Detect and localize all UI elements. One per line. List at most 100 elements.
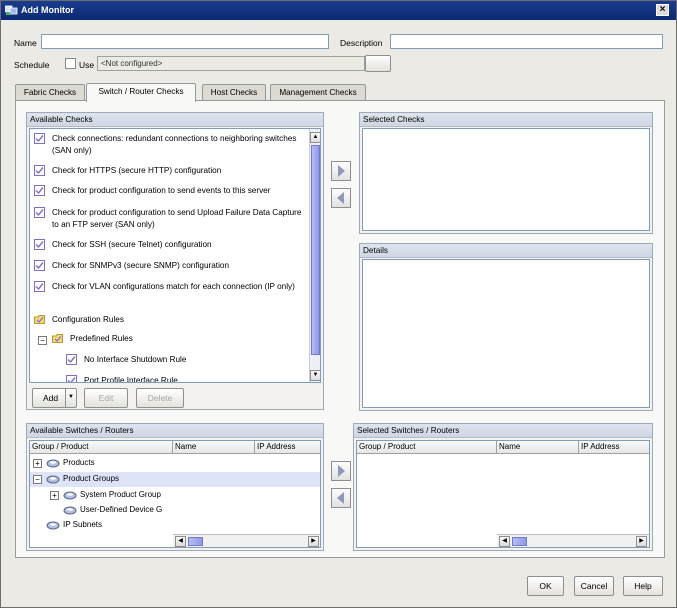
check-label: Check for VLAN configurations match for … xyxy=(52,282,295,291)
remove-switch-button[interactable] xyxy=(331,488,351,508)
tree-label: Port Profile Interface Rule xyxy=(84,376,178,383)
dropdown-arrow-icon[interactable]: ▼ xyxy=(65,389,76,407)
name-label: Name xyxy=(14,38,37,48)
app-icon xyxy=(5,5,18,15)
column-name[interactable]: Name xyxy=(173,441,255,454)
selected-checks-list[interactable] xyxy=(362,128,650,231)
selected-switches-title: Selected Switches / Routers xyxy=(354,424,652,438)
check-rule-icon xyxy=(34,207,45,218)
check-rule-icon xyxy=(66,354,77,365)
folder-icon xyxy=(34,315,45,324)
tab-switch-router-checks[interactable]: Switch / Router Checks xyxy=(86,83,196,102)
delete-button[interactable]: Delete xyxy=(136,388,184,408)
column-group-product[interactable]: Group / Product xyxy=(357,441,497,454)
details-title: Details xyxy=(360,244,652,258)
check-rule-icon xyxy=(34,133,45,144)
available-switches-hscroll[interactable]: ◀ ▶ xyxy=(173,534,320,547)
available-checks-list[interactable]: Check connections: redundant connections… xyxy=(29,128,321,383)
tab-fabric-checks[interactable]: Fabric Checks xyxy=(15,84,85,101)
expand-icon[interactable]: + xyxy=(50,491,59,500)
tree-label: No Interface Shutdown Rule xyxy=(84,355,187,364)
check-label: Check for product configuration to send … xyxy=(52,186,271,195)
check-label: Check for SNMPv3 (secure SNMP) configura… xyxy=(52,261,230,270)
details-panel: Details xyxy=(359,243,653,411)
product-group-icon xyxy=(63,506,77,515)
title-bar[interactable]: Add Monitor × xyxy=(1,1,676,20)
available-checks-scrollbar[interactable]: ▲ ▼ xyxy=(309,129,320,382)
table-row[interactable]: IP Subnets xyxy=(30,518,320,533)
check-rule-icon xyxy=(34,281,45,292)
add-check-button[interactable] xyxy=(331,161,351,181)
table-row[interactable]: + Products xyxy=(30,456,320,471)
column-name[interactable]: Name xyxy=(497,441,579,454)
ok-button[interactable]: OK xyxy=(527,576,564,596)
row-label: System Product Group xyxy=(80,490,161,499)
table-row[interactable]: User-Defined Device G xyxy=(30,503,320,518)
check-label: Check for product configuration to send … xyxy=(52,208,302,229)
column-ip-address[interactable]: IP Address xyxy=(579,441,649,454)
scroll-left-icon[interactable]: ◀ xyxy=(499,536,510,547)
scroll-right-icon[interactable]: ▶ xyxy=(636,536,647,547)
tree-label: Configuration Rules xyxy=(52,315,124,324)
collapse-icon[interactable]: − xyxy=(38,336,47,345)
add-monitor-dialog: Add Monitor × Name Description Schedule … xyxy=(0,0,677,608)
scroll-thumb[interactable] xyxy=(311,145,320,355)
column-group-product[interactable]: Group / Product xyxy=(30,441,173,454)
subnet-icon xyxy=(46,521,60,530)
check-rule-icon xyxy=(34,260,45,271)
edit-button[interactable]: Edit xyxy=(84,388,128,408)
product-group-icon xyxy=(46,459,60,468)
cancel-button[interactable]: Cancel xyxy=(574,576,614,596)
row-label: Product Groups xyxy=(63,474,120,483)
expand-icon[interactable]: + xyxy=(33,459,42,468)
scroll-up-icon[interactable]: ▲ xyxy=(310,132,320,143)
column-ip-address[interactable]: IP Address xyxy=(255,441,320,454)
row-label: User-Defined Device G xyxy=(80,505,163,514)
arrow-left-icon xyxy=(337,492,344,504)
add-switch-button[interactable] xyxy=(331,461,351,481)
selected-switches-panel: Selected Switches / Routers Group / Prod… xyxy=(353,423,653,551)
description-label: Description xyxy=(340,38,383,48)
tab-host-checks[interactable]: Host Checks xyxy=(202,84,266,101)
details-area xyxy=(362,259,650,408)
table-row[interactable]: + System Product Group xyxy=(30,488,320,503)
arrow-right-icon xyxy=(338,465,345,477)
arrow-right-icon xyxy=(338,165,345,177)
tree-label: Predefined Rules xyxy=(70,334,133,343)
table-header: Group / Product Name IP Address xyxy=(30,441,320,454)
table-header: Group / Product Name IP Address xyxy=(357,441,649,454)
check-rule-icon xyxy=(34,185,45,196)
selected-switches-hscroll[interactable]: ◀ ▶ xyxy=(497,534,649,547)
table-row[interactable]: − Product Groups xyxy=(30,472,320,487)
add-button[interactable]: Add ▼ xyxy=(32,388,77,408)
selected-switches-table[interactable]: Group / Product Name IP Address ◀ ▶ xyxy=(356,440,650,548)
help-button[interactable]: Help xyxy=(623,576,663,596)
close-icon[interactable]: × xyxy=(656,4,669,16)
description-input[interactable] xyxy=(390,34,663,49)
window-title: Add Monitor xyxy=(21,5,74,15)
check-label: Check for HTTPS (secure HTTP) configurat… xyxy=(52,166,222,175)
available-checks-panel: Available Checks Check connections: redu… xyxy=(26,112,324,410)
check-label: Check for SSH (secure Telnet) configurat… xyxy=(52,240,212,249)
arrow-left-icon xyxy=(337,192,344,204)
switch-router-checks-panel: Available Checks Check connections: redu… xyxy=(15,100,665,558)
scroll-thumb[interactable] xyxy=(188,537,203,546)
scroll-left-icon[interactable]: ◀ xyxy=(175,536,186,547)
available-switches-table[interactable]: Group / Product Name IP Address + Produc… xyxy=(29,440,321,548)
tab-management-checks[interactable]: Management Checks xyxy=(270,84,366,101)
scroll-right-icon[interactable]: ▶ xyxy=(308,536,319,547)
schedule-label: Schedule xyxy=(14,60,50,70)
scroll-thumb[interactable] xyxy=(512,537,527,546)
schedule-browse-button[interactable] xyxy=(365,55,391,72)
product-group-icon xyxy=(46,475,60,484)
collapse-icon[interactable]: − xyxy=(33,475,42,484)
use-schedule-checkbox[interactable] xyxy=(65,58,76,69)
available-switches-panel: Available Switches / Routers Group / Pro… xyxy=(26,423,324,551)
name-input[interactable] xyxy=(41,34,329,49)
folder-icon xyxy=(52,334,63,343)
check-rule-icon xyxy=(66,375,77,382)
remove-check-button[interactable] xyxy=(331,188,351,208)
product-group-icon xyxy=(63,491,77,500)
scroll-down-icon[interactable]: ▼ xyxy=(310,370,320,381)
schedule-field: <Not configured> xyxy=(97,56,365,71)
